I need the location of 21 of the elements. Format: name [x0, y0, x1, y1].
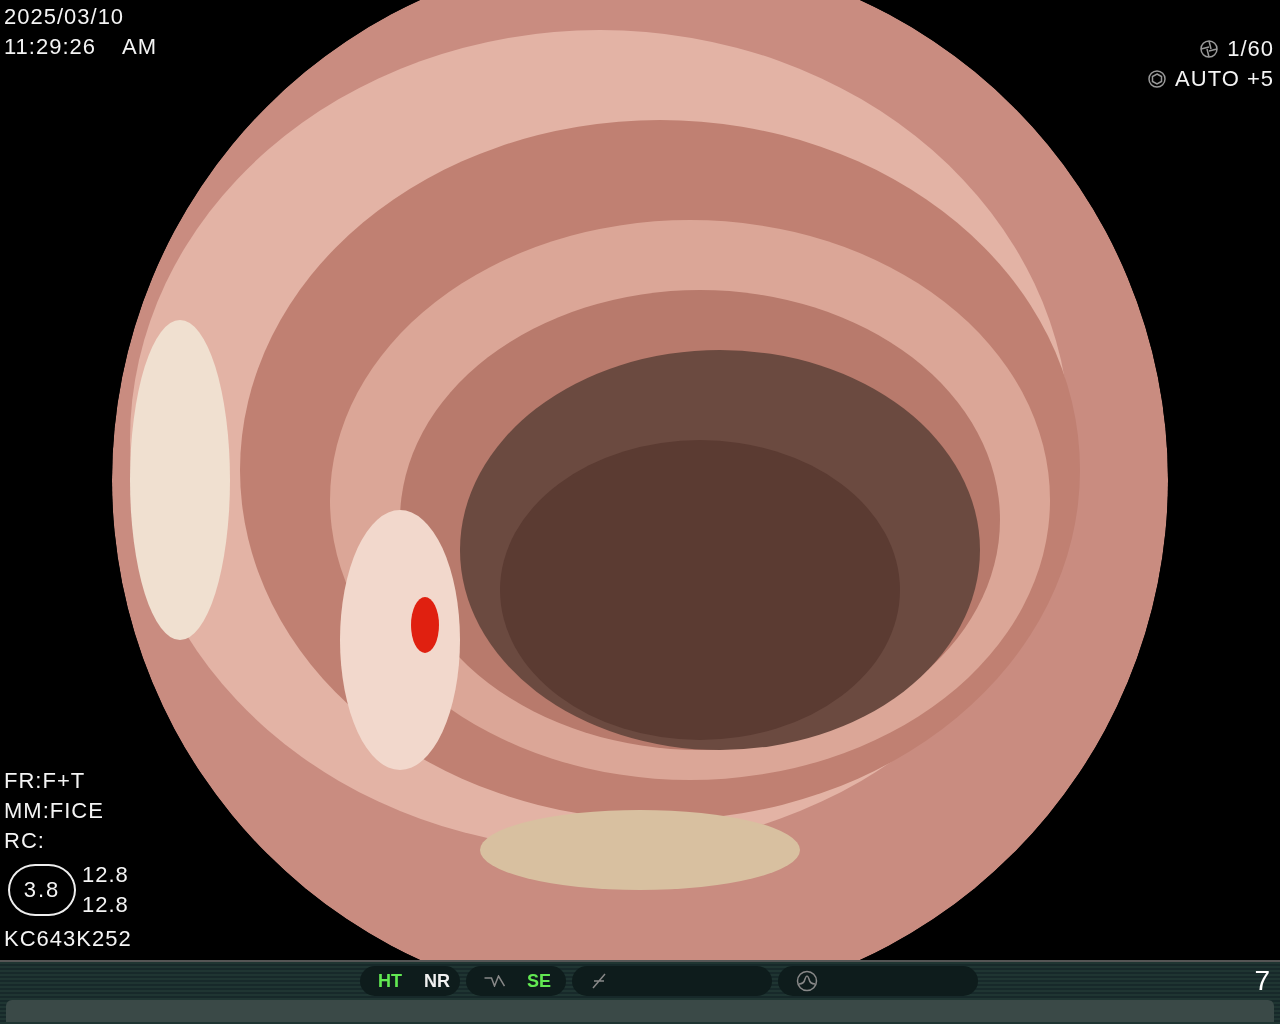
- iris-icon: [1147, 69, 1168, 89]
- date-text: 2025/03/10: [4, 3, 126, 31]
- mode-label: NR: [424, 970, 450, 992]
- setting-text: FR:F+T: [4, 767, 87, 795]
- slash-icon: [590, 972, 608, 990]
- zoom-badge: 3.8: [8, 864, 76, 916]
- counter-text: 7: [1254, 965, 1270, 997]
- reading-text: 12.8: [82, 861, 129, 889]
- mode-label: HT: [378, 970, 402, 992]
- peak-icon: [796, 970, 818, 992]
- curve-icon: [484, 975, 505, 987]
- iris-text: AUTO +5: [1175, 65, 1274, 93]
- period-text: AM: [122, 33, 157, 61]
- setting-text: RC:: [4, 827, 46, 855]
- shutter-icon: [1199, 39, 1220, 59]
- time-text: 11:29:26: [4, 33, 96, 61]
- shutter-text: 1/60: [1227, 35, 1274, 63]
- reading-text: 12.8: [82, 891, 129, 919]
- scope-id-text: KC643K252: [4, 925, 133, 953]
- setting-text: MM:FICE: [4, 797, 105, 825]
- mode-label: SE: [527, 970, 551, 992]
